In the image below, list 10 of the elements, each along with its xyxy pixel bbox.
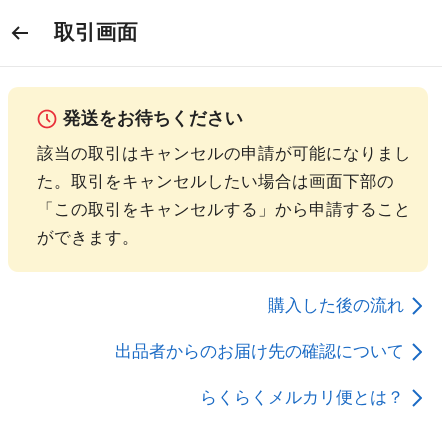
chevron-right-icon [412,297,422,315]
screen-title: 取引画面 [54,19,138,46]
chevron-right-icon [412,343,422,361]
notice-title: 発送をお待ちください [63,107,243,131]
clock-icon [37,108,57,128]
help-link[interactable]: 出品者からのお届け先の確認について [115,338,422,366]
help-link[interactable]: 購入した後の流れ [268,292,422,320]
notice-text: 該当の取引はキャンセルの申請が可能になりました。取引をキャンセルしたい場合は画面下部の「この取引をキャンセルする」から申請することができます。 [37,143,412,249]
chevron-right-icon [412,389,422,407]
help-link[interactable]: らくらくメルカリ便とは？ [200,384,422,412]
